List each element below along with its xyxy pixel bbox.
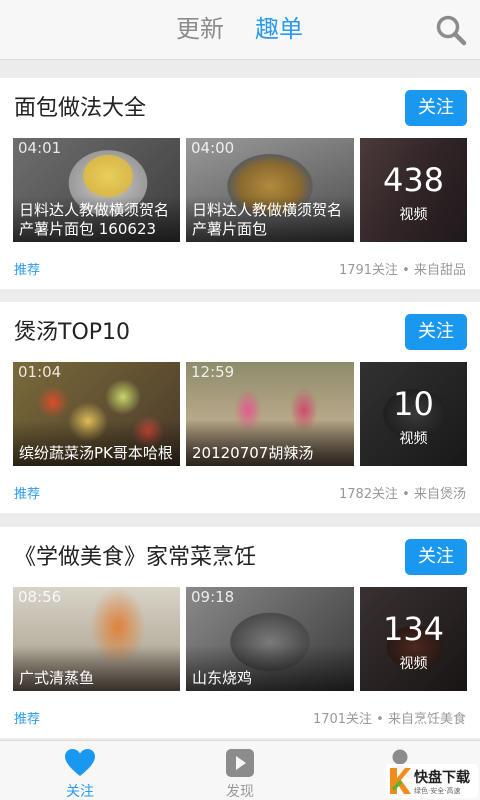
video-thumbnail[interactable]: 01:04 缤纷蔬菜汤PK哥本哈根	[13, 362, 180, 466]
search-icon[interactable]	[435, 14, 467, 46]
watermark-k-icon	[390, 768, 411, 794]
recommend-tag[interactable]: 推荐	[14, 708, 40, 727]
video-duration: 08:56	[18, 588, 62, 606]
playlist-card[interactable]: 《学做美食》家常菜烹饪 关注 08:56 广式清蒸鱼 09:18 山东烧鸡 13…	[0, 527, 480, 738]
nav-label: 发现	[226, 784, 254, 800]
video-thumbnail[interactable]: 04:00 日料达人教做横须贺名产薯片面包	[186, 138, 354, 242]
card-meta: 1701关注 • 来自烹饪美食	[312, 712, 466, 727]
video-title: 日料达人教做横须贺名产薯片面包	[192, 201, 343, 238]
heart-icon	[65, 749, 95, 776]
top-bar: 更新 趣单	[0, 0, 480, 60]
more-videos-tile[interactable]: 438 视频	[360, 138, 467, 242]
watermark-text: 快盘下载	[414, 770, 470, 786]
video-thumbnail[interactable]: 08:56 广式清蒸鱼	[13, 587, 180, 691]
video-duration: 01:04	[18, 363, 62, 381]
nav-following[interactable]: 关注	[0, 741, 160, 800]
video-title: 山东烧鸡	[192, 669, 253, 687]
playlist-card[interactable]: 面包做法大全 关注 04:01 日料达人教做横须贺名产薯片面包 160623 0…	[0, 78, 480, 289]
follow-button[interactable]: 关注	[405, 539, 467, 575]
video-thumbnail[interactable]: 09:18 山东烧鸡	[186, 587, 354, 691]
video-duration: 09:18	[191, 588, 235, 606]
video-duration: 04:00	[191, 139, 235, 157]
tab-updates[interactable]: 更新	[176, 12, 224, 46]
nav-discover[interactable]: 发现	[160, 741, 320, 800]
follow-button[interactable]: 关注	[405, 90, 467, 126]
more-videos-tile[interactable]: 134 视频	[360, 587, 467, 691]
watermark-subtext: 绿色·安全·高速	[414, 787, 461, 795]
watermark-logo: 快盘下载 绿色·安全·高速	[386, 764, 478, 798]
video-duration: 04:01	[18, 139, 62, 157]
video-count-label: 视频	[399, 656, 428, 672]
video-count: 134	[382, 610, 445, 648]
tab-playlists[interactable]: 趣单	[255, 12, 303, 46]
video-title: 日料达人教做横须贺名产薯片面包 160623	[19, 201, 170, 238]
video-thumbnail[interactable]: 04:01 日料达人教做横须贺名产薯片面包 160623	[13, 138, 180, 242]
card-meta: 1782关注 • 来自煲汤	[338, 487, 466, 502]
video-count: 438	[382, 161, 445, 199]
card-meta: 1791关注 • 来自甜品	[338, 263, 466, 278]
video-count: 10	[393, 385, 434, 423]
video-count-label: 视频	[399, 207, 428, 223]
recommend-tag[interactable]: 推荐	[14, 483, 40, 502]
recommend-tag[interactable]: 推荐	[14, 259, 40, 278]
video-count-label: 视频	[399, 431, 428, 447]
video-title: 缤纷蔬菜汤PK哥本哈根	[19, 444, 173, 462]
playlist-card[interactable]: 煲汤TOP10 关注 01:04 缤纷蔬菜汤PK哥本哈根 12:59 20120…	[0, 302, 480, 513]
card-title: 《学做美食》家常菜烹饪	[14, 545, 257, 570]
follow-button[interactable]: 关注	[405, 314, 467, 350]
video-duration: 12:59	[191, 363, 235, 381]
nav-label: 关注	[66, 784, 94, 800]
card-title: 面包做法大全	[14, 96, 147, 121]
card-title: 煲汤TOP10	[14, 320, 131, 345]
video-title: 广式清蒸鱼	[19, 669, 95, 687]
video-title: 20120707胡辣汤	[192, 444, 314, 462]
video-thumbnail[interactable]: 12:59 20120707胡辣汤	[186, 362, 354, 466]
play-icon	[226, 749, 254, 777]
more-videos-tile[interactable]: 10 视频	[360, 362, 467, 466]
